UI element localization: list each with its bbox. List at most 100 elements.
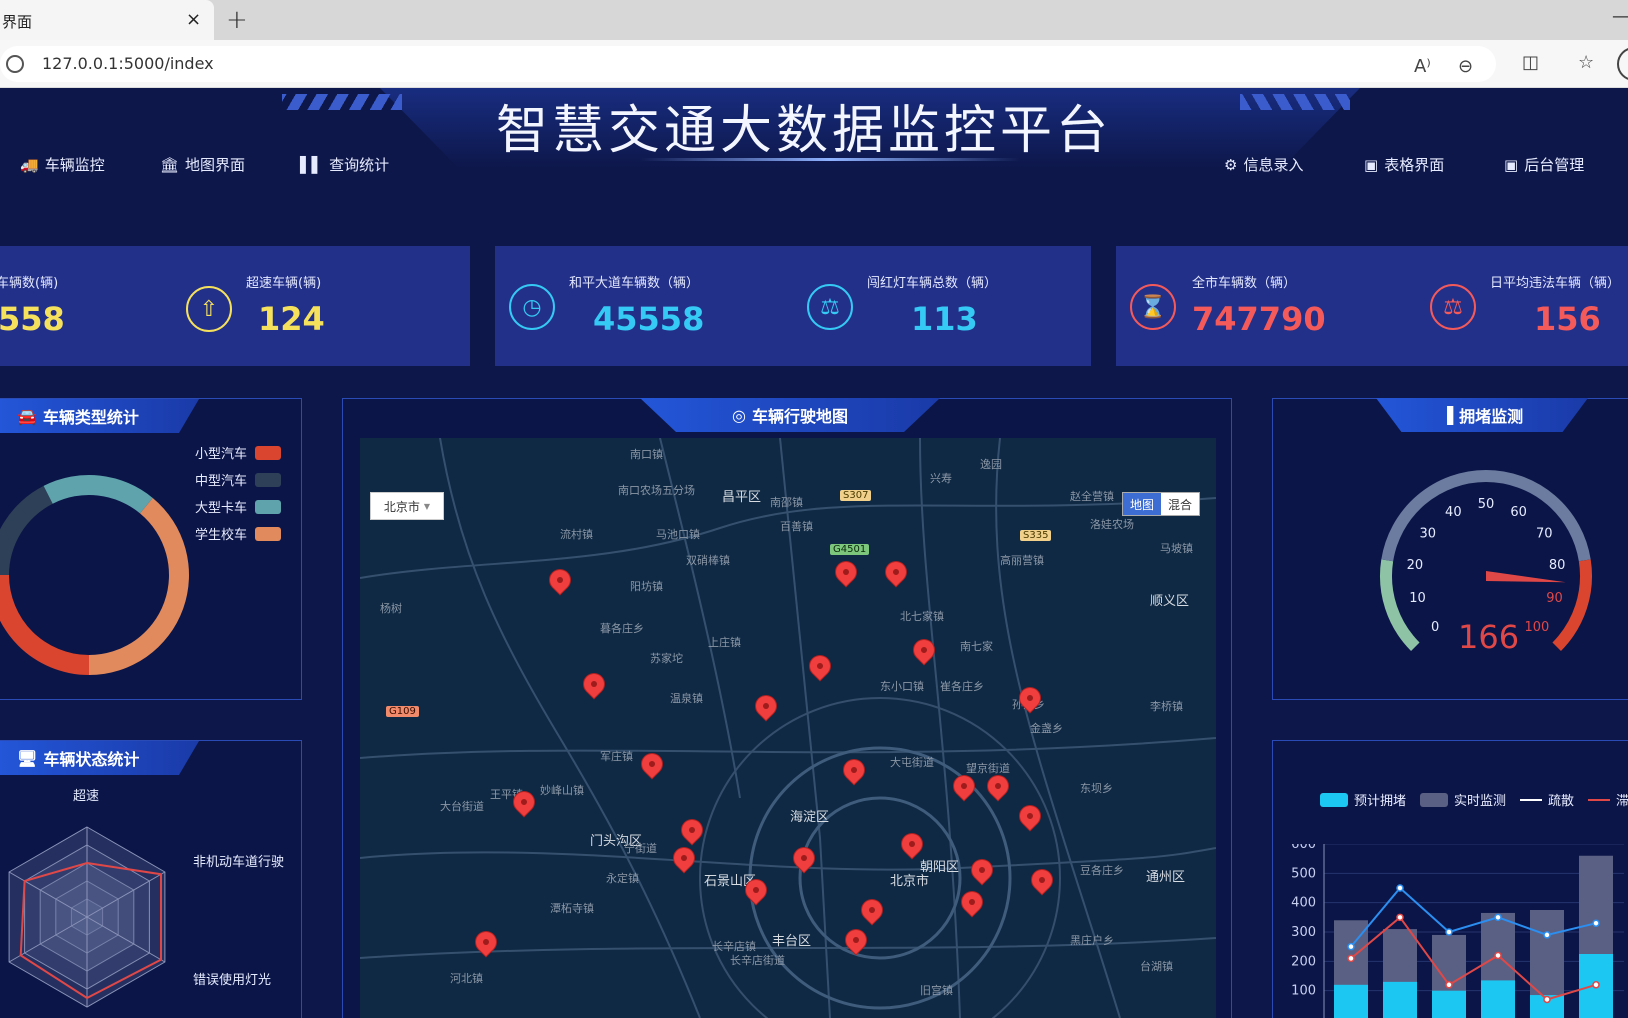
nav-label: 查询统计 — [329, 156, 390, 174]
truck-icon: 🚚 — [20, 155, 39, 174]
map-place-label: 李桥镇 — [1150, 700, 1183, 713]
nav-info-entry[interactable]: ⚙ 信息录入 — [1224, 154, 1303, 175]
legend-item[interactable]: 小型汽车 — [195, 443, 282, 462]
bar-forecast — [1432, 990, 1466, 1018]
panel-title: 🖥 车辆状态统计 — [0, 741, 199, 775]
tab-close-icon[interactable]: × — [186, 9, 201, 30]
map-place-label: 南口镇 — [630, 448, 663, 461]
map-place-label: 南七家 — [960, 640, 993, 653]
y-tick-label: 300 — [1291, 925, 1316, 940]
profile-icon[interactable] — [1617, 47, 1628, 81]
stat-value: 113 — [911, 300, 978, 338]
map-place-label: 洛娃农场 — [1090, 518, 1134, 531]
congestion-bar-chart: 100 200 300 400 500 600 — [1291, 844, 1624, 1018]
city-select[interactable]: 北京市 ▼ — [370, 492, 444, 520]
gear-icon: ⚙ — [1224, 155, 1238, 174]
stat-label: 和平大道车辆数（辆） — [569, 276, 700, 291]
map-district-label: 顺义区 — [1150, 594, 1190, 609]
legend-swatch — [1588, 798, 1610, 801]
url-field[interactable]: 127.0.0.1:5000/index A⁾ ⊖ — [0, 46, 1496, 82]
header-stripes-left — [282, 94, 402, 110]
map-place-label: 黑庄户乡 — [1070, 934, 1114, 947]
browser-tab[interactable]: 界面 × — [0, 0, 214, 40]
panel-title-text: 车辆状态统计 — [43, 750, 140, 769]
legend-item[interactable]: 学生校车 — [195, 524, 282, 543]
map-pin-icon: ◎ — [732, 405, 746, 425]
new-tab-icon[interactable]: + — [226, 5, 248, 35]
map-place-label: 南口农场五分场 — [618, 484, 695, 497]
chart-legend-item[interactable]: 预计拥堵 — [1320, 790, 1406, 809]
legend-swatch — [1420, 792, 1448, 807]
chart-legend-item[interactable]: 滞 — [1588, 790, 1628, 809]
line-point — [1592, 981, 1600, 989]
city-select-value: 北京市 — [383, 499, 420, 514]
chart-legend-item[interactable]: 实时监测 — [1420, 790, 1506, 809]
gauge-arc — [1381, 470, 1591, 562]
map-place-label: 温泉镇 — [670, 692, 703, 705]
legend-item[interactable]: 中型汽车 — [195, 470, 282, 489]
map-place-label: 东小口镇 — [880, 680, 924, 693]
nav-label: 表格界面 — [1384, 156, 1445, 174]
line-point — [1445, 928, 1453, 936]
road-shield: S307 — [840, 490, 872, 501]
gauge-tick: 50 — [1478, 497, 1495, 512]
map-place-label: 河北镇 — [450, 972, 483, 985]
nav-vehicle-monitor[interactable]: 🚚 车辆监控 — [20, 154, 105, 175]
scale-icon: ⚖ — [807, 284, 853, 330]
map-district-label: 通州区 — [1146, 870, 1186, 885]
congestion-gauge: 0 10 20 30 40 50 60 70 80 90 100 — [1380, 470, 1592, 651]
upload-icon: ⇧ — [186, 286, 232, 332]
minimize-icon[interactable]: — — [1612, 6, 1628, 27]
browser-tabbar: 界面 × + — — [0, 0, 1628, 40]
map-place-label: 豆各庄乡 — [1080, 864, 1124, 877]
line-point — [1494, 913, 1502, 922]
scale-icon: ⚖ — [1430, 284, 1476, 330]
nav-admin[interactable]: ▣ 后台管理 — [1504, 154, 1584, 175]
chart-legend-item[interactable]: 疏散 — [1520, 790, 1574, 809]
map-type-hybrid[interactable]: 混合 — [1161, 493, 1199, 515]
panel-title: 🚘 车辆类型统计 — [0, 399, 199, 433]
site-info-icon[interactable] — [6, 55, 24, 73]
legend-swatch — [1520, 798, 1542, 801]
gauge-tick: 30 — [1419, 527, 1436, 542]
road-shield: G4501 — [830, 544, 870, 555]
legend-label: 预计拥堵 — [1354, 794, 1407, 809]
legend-item[interactable]: 大型卡车 — [195, 497, 282, 516]
stat-label: 全市车辆数（辆） — [1192, 276, 1297, 291]
donut-slice — [43, 475, 153, 514]
panel-title: ▐ 拥堵监测 — [1376, 398, 1588, 432]
bar-chart-icon: ▌▌ — [300, 155, 324, 174]
stat-label: 闯红灯车辆总数（辆） — [867, 276, 998, 291]
stat-value: 124 — [258, 300, 325, 338]
nav-map[interactable]: 🏛 地图界面 — [160, 154, 245, 175]
nav-query[interactable]: ▌▌ 查询统计 — [300, 154, 389, 175]
legend-swatch — [1320, 792, 1348, 807]
split-screen-icon[interactable]: ◫ — [1522, 52, 1539, 73]
map-place-label: 大台街道 — [440, 800, 484, 813]
map-place-label: 旧宫镇 — [920, 984, 953, 997]
read-aloud-icon[interactable]: A⁾ — [1414, 56, 1431, 77]
chevron-down-icon: ▼ — [423, 501, 431, 511]
traffic-map[interactable]: 北京市 ▼ 地图 混合 顺义区 海淀区 朝阳区 北京市 门头沟区 石景山区 丰台区 通州区 昌平… — [360, 438, 1216, 1018]
map-place-label: 马坡镇 — [1160, 542, 1193, 555]
panel-title-text: 拥堵监测 — [1459, 407, 1524, 426]
map-place-label: 金盏乡 — [1030, 722, 1063, 735]
car-icon: 🚘 — [17, 406, 37, 426]
line-point — [1543, 931, 1551, 939]
map-place-label: 大屯街道 — [890, 756, 934, 769]
stat-card-2: ◷ 和平大道车辆数（辆） 45558 ⚖ 闯红灯车辆总数（辆） 113 — [495, 246, 1091, 366]
zoom-icon[interactable]: ⊖ — [1458, 56, 1473, 77]
y-tick-label: 200 — [1291, 954, 1316, 969]
table-icon: ▣ — [1364, 155, 1379, 174]
map-place-label: 妙峰山镇 — [540, 784, 584, 797]
favorites-icon[interactable]: ☆ — [1578, 52, 1594, 73]
map-type-map[interactable]: 地图 — [1123, 493, 1162, 515]
nav-table[interactable]: ▣ 表格界面 — [1364, 154, 1444, 175]
line-point — [1494, 951, 1502, 960]
gauge-tick: 20 — [1407, 558, 1424, 573]
y-tick-label: 400 — [1291, 896, 1316, 911]
legend-label: 小型汽车 — [195, 447, 248, 462]
hourglass-icon: ⌛ — [1130, 284, 1176, 330]
stat-label: 车辆数(辆) — [0, 276, 59, 291]
nav-label: 后台管理 — [1524, 156, 1585, 174]
